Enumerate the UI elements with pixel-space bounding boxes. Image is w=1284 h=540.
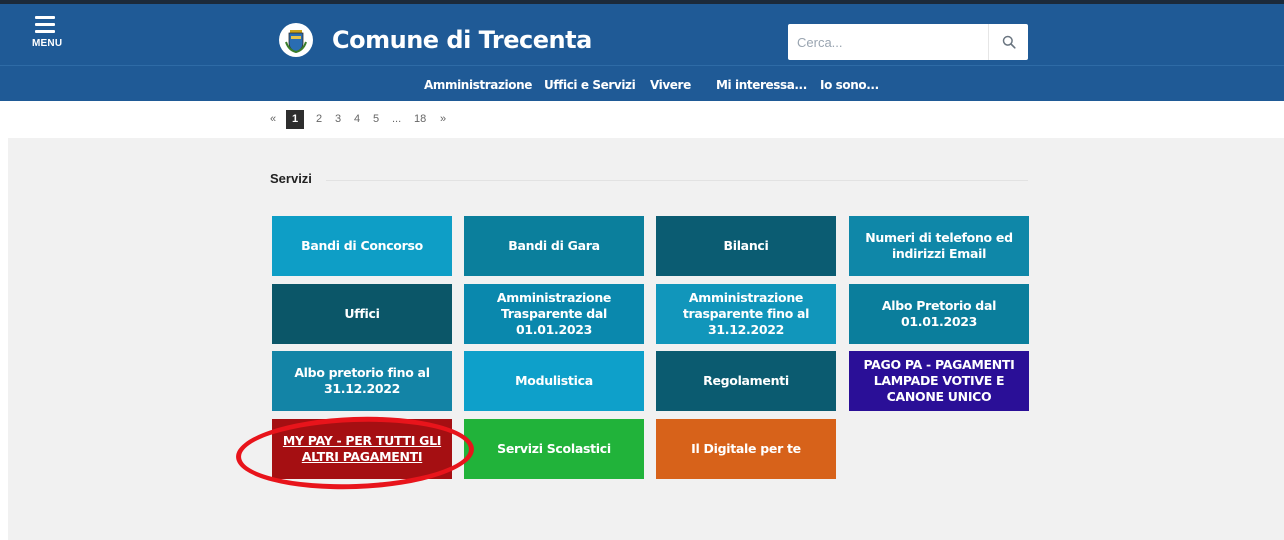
tile-amministrazione-trasparente-2022[interactable]: Amministrazione trasparente fino al 31.1… (656, 284, 836, 344)
tile-albo-pretorio-2023[interactable]: Albo Pretorio dal 01.01.2023 (849, 284, 1029, 344)
site-header: MENU Comune di Trecenta (0, 4, 1284, 65)
pagination-ellipsis: ... (392, 113, 402, 125)
tile-bandi-di-gara[interactable]: Bandi di Gara (464, 216, 644, 276)
pagination-page[interactable]: 5 (373, 113, 379, 125)
pagination-page[interactable]: 2 (316, 113, 322, 125)
pagination-last[interactable]: 18 (414, 113, 426, 125)
tile-modulistica[interactable]: Modulistica (464, 351, 644, 411)
tile-bandi-di-concorso[interactable]: Bandi di Concorso (272, 216, 452, 276)
nav-item-io-sono[interactable]: Io sono... (820, 78, 879, 92)
section-divider (326, 180, 1028, 181)
search-box (788, 24, 1028, 60)
menu-label: MENU (32, 38, 63, 49)
section-title: Servizi (270, 171, 312, 186)
search-button[interactable] (988, 24, 1028, 60)
pagination-page[interactable]: 3 (335, 113, 341, 125)
coat-of-arms-logo[interactable] (278, 22, 314, 58)
hamburger-icon (35, 16, 55, 37)
tile-pago-pa[interactable]: PAGO PA - PAGAMENTI LAMPADE VOTIVE E CAN… (849, 351, 1029, 411)
tile-il-digitale-per-te[interactable]: Il Digitale per te (656, 419, 836, 479)
content-area (8, 138, 1284, 540)
tile-my-pay[interactable]: MY PAY - PER TUTTI GLI ALTRI PAGAMENTI (272, 419, 452, 479)
pagination-prev[interactable]: « (270, 113, 276, 125)
pagination-current[interactable]: 1 (286, 110, 304, 129)
pagination-page[interactable]: 4 (354, 113, 360, 125)
pagination-next[interactable]: » (440, 113, 446, 125)
menu-button[interactable]: MENU (32, 16, 66, 56)
site-title[interactable]: Comune di Trecenta (332, 26, 592, 54)
search-input[interactable] (788, 24, 984, 60)
tile-albo-pretorio-2022[interactable]: Albo pretorio fino al 31.12.2022 (272, 351, 452, 411)
tile-uffici[interactable]: Uffici (272, 284, 452, 344)
nav-item-vivere[interactable]: Vivere (650, 78, 691, 92)
tile-bilanci[interactable]: Bilanci (656, 216, 836, 276)
nav-item-mi-interessa[interactable]: Mi interessa... (716, 78, 807, 92)
main-nav: Amministrazione Uffici e Servizi Vivere … (0, 65, 1284, 101)
tile-regolamenti[interactable]: Regolamenti (656, 351, 836, 411)
tile-numeri-telefono[interactable]: Numeri di telefono ed indirizzi Email (849, 216, 1029, 276)
nav-item-amministrazione[interactable]: Amministrazione (424, 78, 532, 92)
tile-amministrazione-trasparente-2023[interactable]: Amministrazione Trasparente dal 01.01.20… (464, 284, 644, 344)
search-icon (1002, 35, 1016, 49)
tile-servizi-scolastici[interactable]: Servizi Scolastici (464, 419, 644, 479)
nav-item-uffici-e-servizi[interactable]: Uffici e Servizi (544, 78, 636, 92)
